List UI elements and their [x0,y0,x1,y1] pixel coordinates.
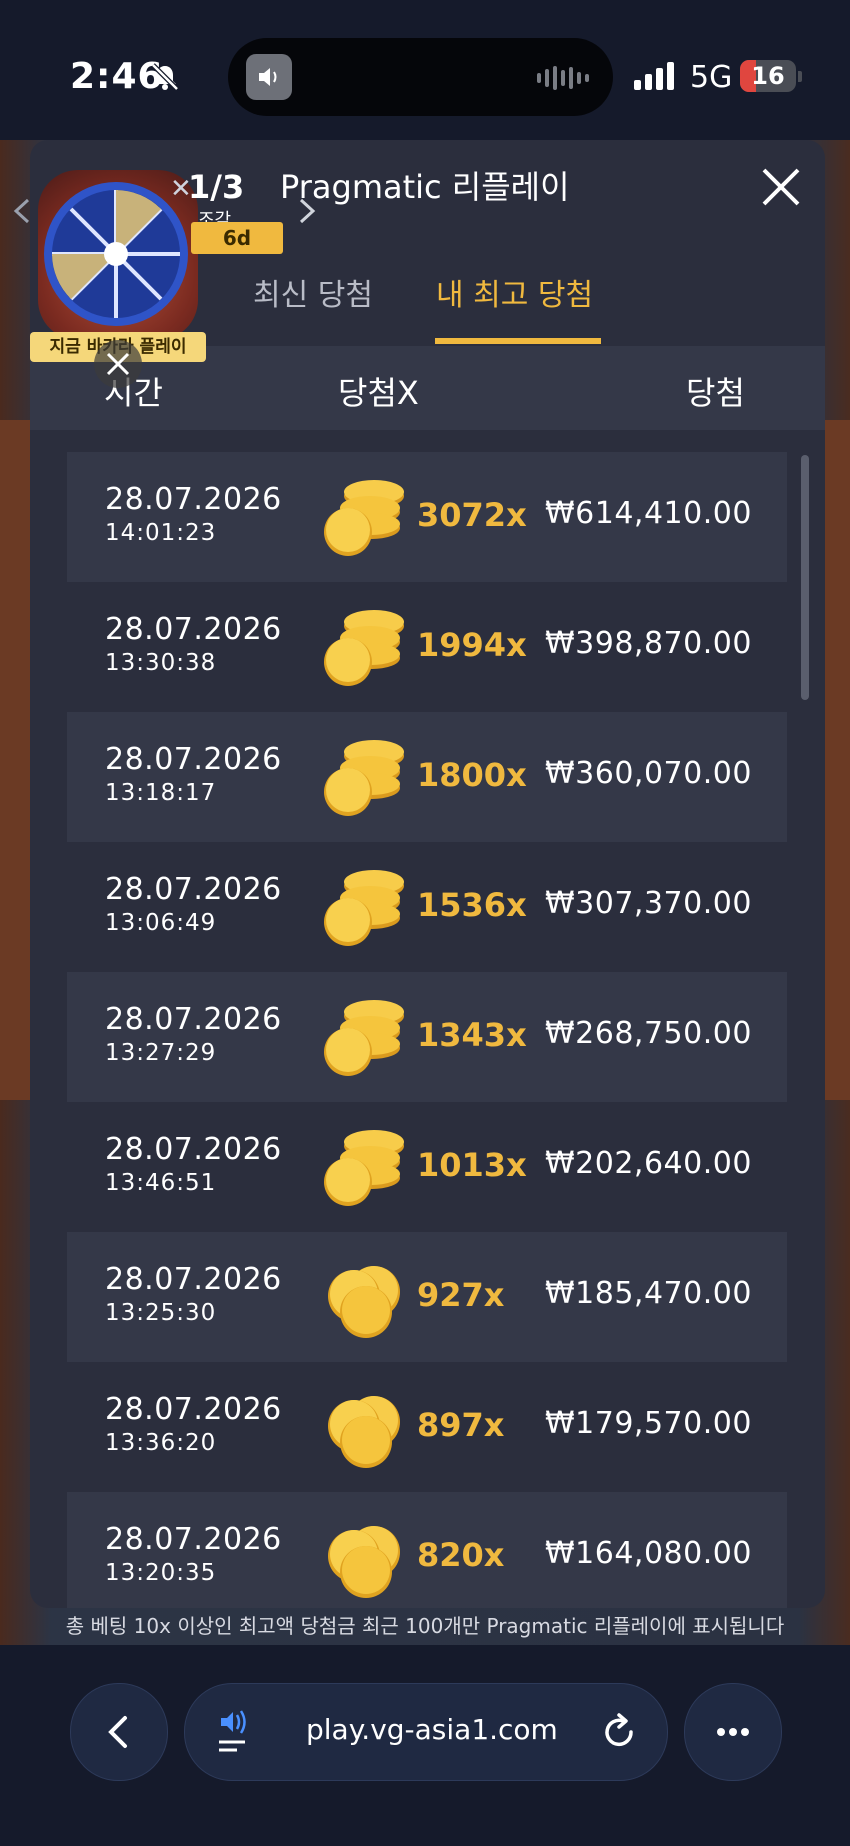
bell-muted-icon [151,63,179,91]
reader-audio-icon [219,1710,246,1752]
audio-wave-icon [537,66,589,90]
coin-stack-icon [324,870,404,946]
battery-tip [798,71,802,82]
row-multiplier: 1013x [417,1146,527,1184]
table-row[interactable]: 28.07.2026 13:06:49 1536x ₩307,370.00 [67,842,787,972]
table-row[interactable]: 28.07.2026 13:25:30 927x ₩185,470.00 [67,1232,787,1362]
row-win-amount: ₩398,870.00 [545,626,752,661]
row-date: 28.07.2026 [105,1002,282,1037]
tab-my-best-wins[interactable]: 내 최고 당첨 [436,270,593,314]
row-date: 28.07.2026 [105,482,282,517]
table-row[interactable]: 28.07.2026 14:01:23 3072x ₩614,410.00 [67,452,787,582]
wheel-icon [44,182,188,326]
row-time: 13:36:20 [105,1430,217,1456]
row-multiplier: 3072x [417,496,527,534]
panel-title: Pragmatic 리플레이 [280,168,570,206]
promo-widget[interactable]: ✕ 1/3 조각 6d 지금 바카라 플레이 [8,160,308,388]
close-icon[interactable] [760,166,802,208]
row-win-amount: ₩202,640.00 [545,1146,752,1181]
network-type: 5G [690,60,733,95]
table-row[interactable]: 28.07.2026 13:46:51 1013x ₩202,640.00 [67,1102,787,1232]
more-icon [717,1728,749,1736]
row-time: 13:18:17 [105,780,217,806]
row-multiplier: 1800x [417,756,527,794]
list-scrollbar[interactable] [801,455,809,700]
row-win-amount: ₩164,080.00 [545,1536,752,1571]
row-date: 28.07.2026 [105,742,282,777]
row-multiplier: 820x [417,1536,505,1574]
row-multiplier: 1343x [417,1016,527,1054]
row-date: 28.07.2026 [105,1132,282,1167]
coin-pile-icon [328,1526,400,1598]
row-date: 28.07.2026 [105,872,282,907]
row-win-amount: ₩185,470.00 [545,1276,752,1311]
row-date: 28.07.2026 [105,1262,282,1297]
table-row[interactable]: 28.07.2026 13:27:29 1343x ₩268,750.00 [67,972,787,1102]
row-time: 13:20:35 [105,1560,217,1586]
promo-days-badge: 6d [191,222,283,254]
row-win-amount: ₩307,370.00 [545,886,752,921]
column-header-win: 당첨 [686,374,745,412]
row-win-amount: ₩268,750.00 [545,1016,752,1051]
row-time: 13:30:38 [105,650,217,676]
table-row[interactable]: 28.07.2026 13:18:17 1800x ₩360,070.00 [67,712,787,842]
coin-stack-icon [324,740,404,816]
row-time: 13:46:51 [105,1170,217,1196]
wins-list: 28.07.2026 14:01:23 3072x ₩614,410.00 28… [67,452,787,1608]
coin-pile-icon [328,1396,400,1468]
more-button[interactable] [684,1683,782,1781]
status-bar: 2:46 5G 16 [0,0,850,150]
row-win-amount: ₩179,570.00 [545,1406,752,1441]
row-multiplier: 897x [417,1406,505,1444]
row-time: 13:25:30 [105,1300,217,1326]
row-multiplier: 1536x [417,886,527,924]
url-text: play.vg-asia1.com [306,1713,558,1746]
promo-dismiss-icon[interactable] [94,340,142,388]
speaker-icon [246,54,292,100]
coin-stack-icon [324,480,404,556]
row-time: 13:06:49 [105,910,217,936]
row-time: 13:27:29 [105,1040,217,1066]
row-multiplier: 927x [417,1276,505,1314]
battery-level: 16 [751,62,785,90]
back-button[interactable] [70,1683,168,1781]
coin-stack-icon [324,610,404,686]
table-row[interactable]: 28.07.2026 13:36:20 897x ₩179,570.00 [67,1362,787,1492]
row-date: 28.07.2026 [105,1522,282,1557]
dynamic-island [228,38,613,116]
row-win-amount: ₩614,410.00 [545,496,752,531]
promo-counter: 1/3 [188,168,245,206]
column-header-multiplier: 당첨X [338,374,419,412]
table-row[interactable]: 28.07.2026 13:30:38 1994x ₩398,870.00 [67,582,787,712]
row-time: 14:01:23 [105,520,217,546]
row-win-amount: ₩360,070.00 [545,756,752,791]
table-row[interactable]: 28.07.2026 13:20:35 820x ₩164,080.00 [67,1492,787,1608]
row-date: 28.07.2026 [105,1392,282,1427]
coin-pile-icon [328,1266,400,1338]
coin-stack-icon [324,1130,404,1206]
footnote: 총 베팅 10x 이상인 최고액 당첨금 최근 100개만 Pragmatic … [65,1614,785,1638]
row-date: 28.07.2026 [105,612,282,647]
chevron-back-icon [108,1716,127,1748]
reload-icon[interactable] [597,1710,641,1754]
row-multiplier: 1994x [417,626,527,664]
active-tab-indicator [435,338,601,344]
battery-icon: 16 [740,60,796,92]
signal-icon [634,60,674,90]
coin-stack-icon [324,1000,404,1076]
